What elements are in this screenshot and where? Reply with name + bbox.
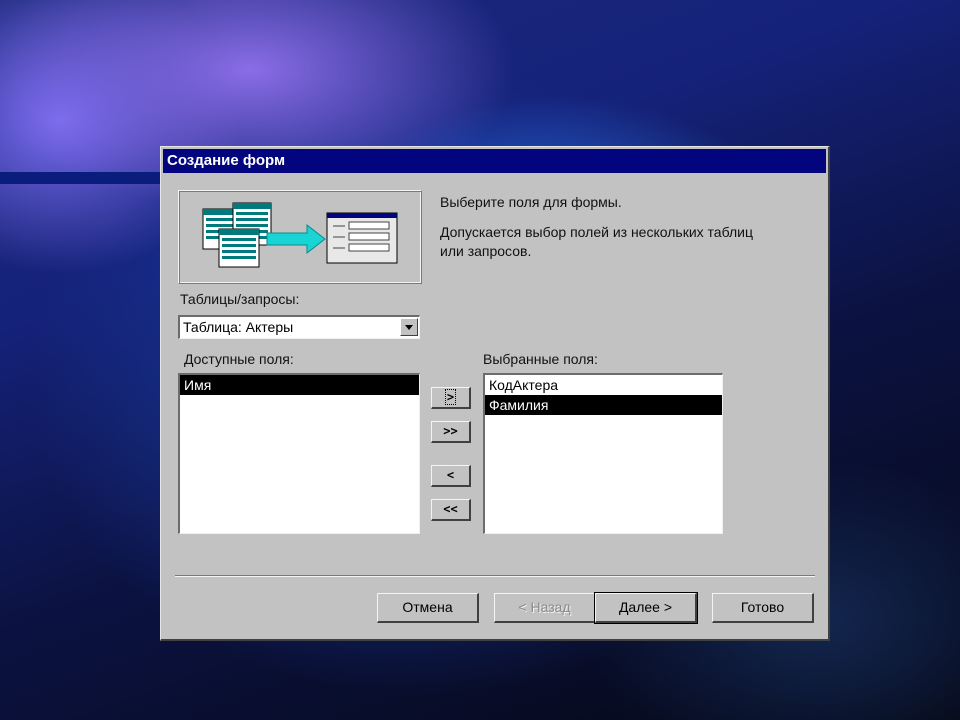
- instruction-text: Выберите поля для формы.: [440, 194, 622, 210]
- dialog-title: Создание форм: [163, 149, 826, 173]
- instruction-note-cont: или запросов.: [440, 243, 532, 259]
- selected-fields-label: Выбранные поля:: [483, 351, 598, 367]
- tables-queries-value: Таблица: Актеры: [183, 319, 294, 335]
- cancel-button[interactable]: Отмена: [377, 593, 479, 623]
- instruction-note: Допускается выбор полей из нескольких та…: [440, 224, 753, 240]
- next-button[interactable]: Далее >: [594, 592, 698, 624]
- tables-queries-label: Таблицы/запросы:: [180, 291, 300, 307]
- list-item[interactable]: Имя: [180, 375, 419, 395]
- remove-all-fields-button[interactable]: <<: [431, 499, 471, 521]
- remove-field-button[interactable]: <: [431, 465, 471, 487]
- list-item[interactable]: Фамилия: [485, 395, 722, 415]
- back-button[interactable]: < Назад: [494, 593, 596, 623]
- available-fields-list[interactable]: Имя: [178, 373, 420, 534]
- finish-button[interactable]: Готово: [712, 593, 814, 623]
- tables-to-form-icon: [202, 202, 398, 268]
- add-all-fields-button[interactable]: >>: [431, 421, 471, 443]
- selected-fields-list[interactable]: КодАктера Фамилия: [483, 373, 723, 534]
- background-stripe: [0, 172, 162, 184]
- wizard-illustration: [178, 190, 422, 284]
- add-field-button[interactable]: >: [431, 387, 471, 409]
- tables-queries-select[interactable]: Таблица: Актеры: [178, 315, 420, 339]
- divider: [175, 575, 815, 577]
- list-item[interactable]: КодАктера: [485, 375, 722, 395]
- dropdown-button[interactable]: [400, 318, 418, 336]
- form-wizard-dialog: Создание форм Выберите поля для формы. Д…: [160, 146, 830, 641]
- chevron-down-icon: [405, 324, 413, 330]
- available-fields-label: Доступные поля:: [184, 351, 294, 367]
